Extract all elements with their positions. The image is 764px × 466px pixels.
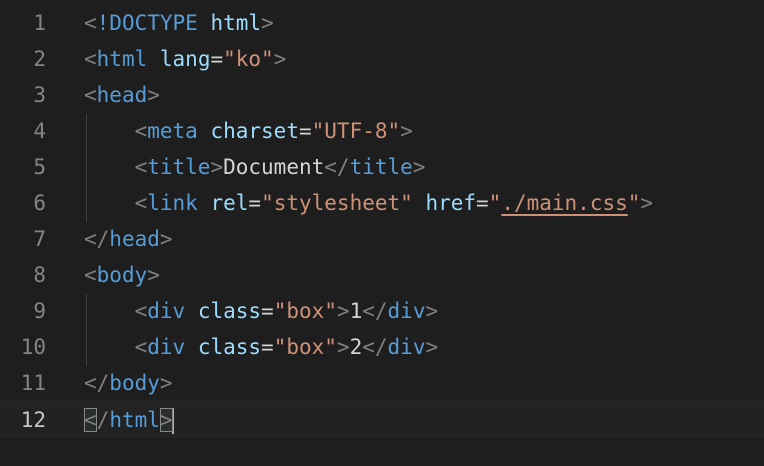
- line-content: <link rel="stylesheet" href="./main.css"…: [134, 191, 654, 215]
- line-content: </html>: [84, 408, 174, 434]
- line-number-current: 12: [20, 408, 46, 432]
- code-line[interactable]: 8 <body>: [0, 257, 764, 293]
- tag-name: html: [96, 47, 148, 71]
- line-content: <html lang="ko">: [84, 47, 287, 71]
- closing-tag-name: head: [109, 227, 160, 251]
- code-line[interactable]: 9 <div class="box">1</div>: [0, 293, 764, 329]
- code-line[interactable]: 7 </head>: [0, 221, 764, 257]
- code-line[interactable]: 2 <html lang="ko">: [0, 41, 764, 77]
- attribute-name: href: [425, 191, 477, 215]
- line-number: 5: [33, 155, 46, 179]
- line-number: 3: [33, 83, 46, 107]
- closing-tag-name: html: [109, 408, 160, 432]
- attribute-value: "ko": [223, 47, 274, 71]
- attribute-value: "UTF-8": [311, 119, 401, 143]
- attribute-name: rel: [210, 191, 249, 215]
- attribute-name: class: [197, 335, 262, 359]
- code-line[interactable]: 6 <link rel="stylesheet" href="./main.cs…: [0, 185, 764, 221]
- line-content: <meta charset="UTF-8">: [134, 119, 413, 143]
- doctype-keyword: !DOCTYPE: [96, 11, 198, 35]
- attribute-value-quote: ": [488, 191, 502, 215]
- attribute-value: "box": [273, 335, 337, 359]
- closing-tag-name: div: [387, 335, 426, 359]
- bracket-match-open: <: [84, 408, 97, 432]
- line-number: 6: [33, 191, 46, 215]
- tag-name: div: [147, 299, 186, 323]
- element-text: 2: [349, 335, 363, 359]
- tag-name: body: [96, 263, 148, 287]
- tag-name: meta: [147, 119, 198, 143]
- line-content: <title>Document</title>: [134, 155, 426, 179]
- attribute-name: charset: [210, 119, 299, 143]
- line-content: </head>: [84, 227, 173, 251]
- attribute-value-quote: ": [627, 191, 641, 215]
- attribute-value: "box": [273, 299, 337, 323]
- code-line-current[interactable]: 12 </html>: [0, 401, 764, 437]
- code-line[interactable]: 11 </body>: [0, 365, 764, 401]
- doctype-arg: html: [210, 11, 262, 35]
- line-content: <div class="box">1</div>: [134, 299, 439, 323]
- line-number: 2: [33, 47, 46, 71]
- tag-name: title: [147, 155, 211, 179]
- stylesheet-path-link[interactable]: ./main.css: [501, 191, 627, 215]
- attribute-value: "stylesheet": [261, 191, 413, 215]
- code-editor[interactable]: 1 <!DOCTYPE html> 2 <html lang="ko"> 3 <…: [0, 0, 764, 466]
- text-cursor: [171, 408, 174, 434]
- code-line[interactable]: 4 <meta charset="UTF-8">: [0, 113, 764, 149]
- line-content: </body>: [84, 371, 173, 395]
- code-line[interactable]: 5 <title>Document</title>: [0, 149, 764, 185]
- closing-tag-name: body: [109, 371, 160, 395]
- line-number: 7: [33, 227, 46, 251]
- line-content: <body>: [84, 263, 160, 287]
- line-number: 1: [33, 11, 46, 35]
- line-content: <head>: [84, 83, 160, 107]
- line-number: 11: [20, 371, 46, 395]
- element-text: Document: [223, 155, 325, 179]
- attribute-name: class: [197, 299, 262, 323]
- line-number: 4: [33, 119, 46, 143]
- attribute-name: lang: [159, 47, 211, 71]
- code-line[interactable]: 1 <!DOCTYPE html>: [0, 5, 764, 41]
- line-content: <div class="box">2</div>: [134, 335, 439, 359]
- line-content: <!DOCTYPE html>: [84, 11, 274, 35]
- tag-name: head: [96, 83, 148, 107]
- code-line[interactable]: 10 <div class="box">2</div>: [0, 329, 764, 365]
- line-number: 10: [20, 335, 46, 359]
- element-text: 1: [349, 299, 363, 323]
- closing-tag-name: title: [349, 155, 413, 179]
- tag-name: link: [147, 191, 198, 215]
- tag-name: div: [147, 335, 186, 359]
- line-number: 9: [33, 299, 46, 323]
- closing-tag-name: div: [387, 299, 426, 323]
- code-line[interactable]: 3 <head>: [0, 77, 764, 113]
- line-number: 8: [33, 263, 46, 287]
